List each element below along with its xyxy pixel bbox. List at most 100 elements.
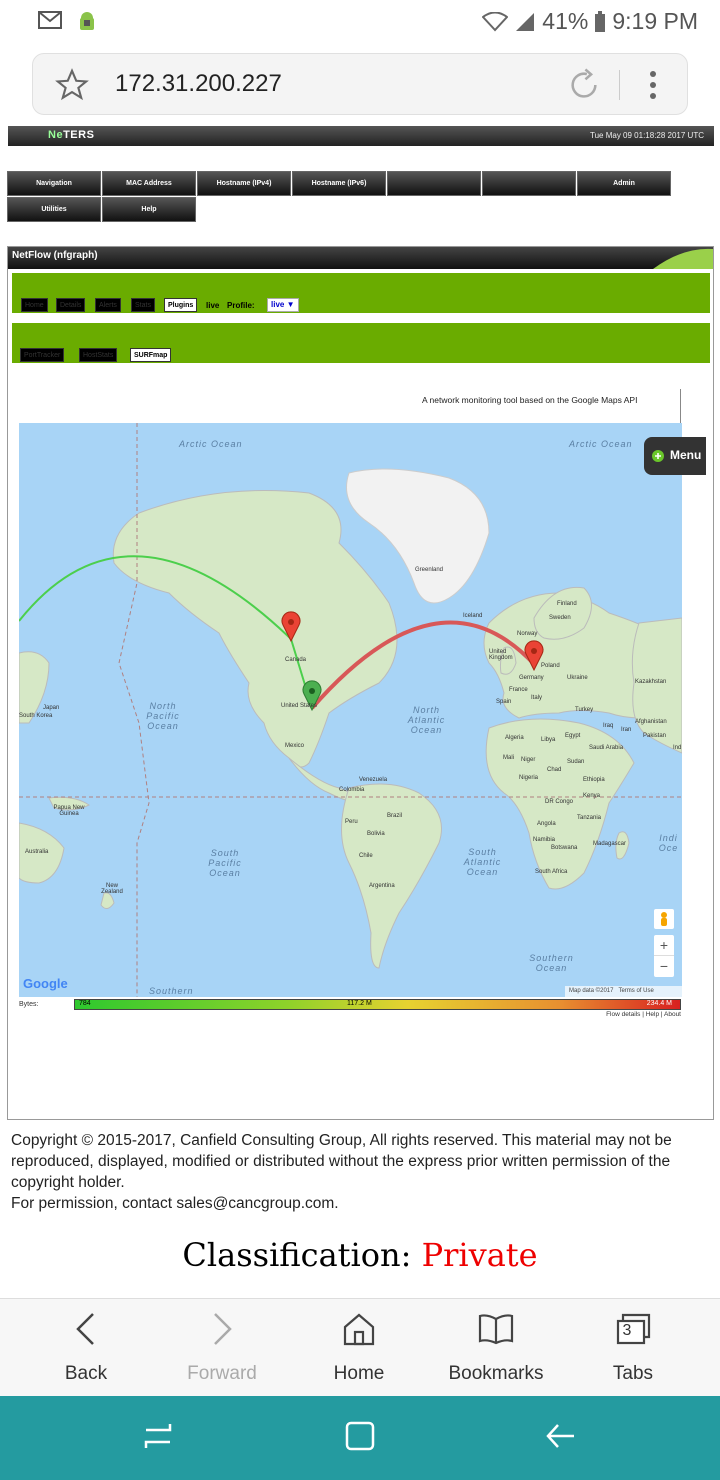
nav-mac-address[interactable]: MAC Address (102, 171, 196, 196)
label-germany: Germany (519, 675, 544, 681)
nav-hostname-ipv6[interactable]: Hostname (IPv6) (292, 171, 386, 196)
label-kenya: Kenya (583, 793, 601, 799)
tab-surfmap[interactable]: SURFmap (130, 348, 172, 362)
bookmarks-icon (478, 1314, 514, 1345)
ocean-north-pacific: North Pacific Ocean (146, 701, 180, 731)
zoom-controls: + − (654, 935, 674, 977)
label-colombia: Colombia (339, 787, 365, 793)
label-spain: Spain (496, 699, 512, 705)
label-india: Ind (673, 745, 682, 751)
tab-plugins[interactable]: Plugins (164, 298, 198, 312)
label-iraq: Iraq (603, 723, 614, 729)
back-button[interactable]: Back (14, 1299, 158, 1397)
label-niger: Niger (521, 757, 536, 763)
plus-circle-icon (652, 450, 664, 462)
nav-help[interactable]: Help (102, 197, 196, 222)
legend-mid: 117.2 M (347, 1000, 372, 1007)
label-libya: Libya (541, 737, 556, 743)
zoom-in-button[interactable]: + (654, 935, 674, 955)
bookmarks-button[interactable]: Bookmarks (424, 1299, 568, 1397)
battery-icon (595, 10, 606, 32)
zoom-out-button[interactable]: − (654, 955, 674, 976)
terms-link[interactable]: Terms of Use (618, 988, 653, 994)
tab-stats[interactable]: Stats (131, 298, 155, 312)
google-logo[interactable]: Google (23, 976, 68, 991)
label-canada: Canada (285, 657, 307, 663)
tab-alerts[interactable]: Alerts (95, 298, 121, 312)
nav-navigation[interactable]: Navigation (7, 171, 101, 196)
live-label: live (206, 301, 220, 310)
label-saudi-arabia: Saudi Arabia (589, 745, 624, 751)
legend-max: 234.4 M (646, 1000, 672, 1007)
label-brazil: Brazil (387, 813, 403, 819)
label-tanzania: Tanzania (577, 815, 602, 821)
label-peru: Peru (345, 819, 358, 825)
ocean-southern-2: Southern (149, 986, 194, 996)
url-text[interactable]: 172.31.200.227 (115, 70, 282, 98)
star-icon[interactable] (55, 68, 89, 102)
label-mexico: Mexico (285, 743, 305, 749)
nav-blank-2[interactable] (482, 171, 576, 196)
label-south-korea: South Korea (19, 713, 53, 719)
home-icon (343, 1313, 375, 1346)
brand-logo[interactable]: NeTERS (48, 129, 94, 141)
home-label: Home (333, 1363, 385, 1384)
tagline: A network monitoring tool based on the G… (422, 395, 638, 405)
nav-blank-1[interactable] (387, 171, 481, 196)
nav-hostname-ipv4[interactable]: Hostname (IPv4) (197, 171, 291, 196)
bytes-color-scale: 784 117.2 M 234.4 M (74, 999, 681, 1010)
label-iran: Iran (621, 727, 632, 733)
legend-links[interactable]: Flow details | Help | About (606, 1011, 681, 1018)
classification-banner: Classification: Private (0, 1236, 720, 1274)
android-back-icon[interactable] (544, 1420, 578, 1452)
recent-apps-icon[interactable] (142, 1420, 174, 1452)
label-sweden: Sweden (549, 615, 571, 621)
server-datetime: Tue May 09 01:18:28 2017 UTC (590, 131, 704, 140)
classification-value: Private (421, 1236, 538, 1274)
ocean-southern: Southern Ocean (529, 953, 574, 973)
forward-button[interactable]: Forward (150, 1299, 294, 1397)
label-dr-congo: DR Congo (545, 799, 574, 805)
tab-details[interactable]: Details (56, 298, 86, 312)
tabs-button[interactable]: 3 Tabs (561, 1299, 705, 1397)
world-map[interactable]: Arctic Ocean Arctic Ocean North Pacific … (19, 423, 682, 997)
url-bar[interactable]: 172.31.200.227 (32, 53, 688, 115)
status-bar: 41% 9:19 PM (0, 0, 720, 44)
map-attribution: Map data ©2017 Terms of Use (565, 986, 682, 997)
menu-label: Menu (670, 448, 702, 462)
label-madagascar: Madagascar (593, 841, 627, 847)
reload-icon[interactable] (567, 68, 601, 102)
overflow-menu-icon[interactable] (641, 68, 665, 102)
label-italy: Italy (531, 695, 543, 701)
brand-bar: NeTERS Tue May 09 01:18:28 2017 UTC (8, 126, 714, 146)
label-japan: Japan (43, 705, 60, 711)
url-divider (619, 70, 620, 100)
permission-text: For permission, contact sales@cancgroup.… (11, 1195, 339, 1212)
label-sudan: Sudan (567, 759, 585, 765)
label-australia: Australia (25, 849, 49, 855)
clock: 9:19 PM (612, 8, 698, 34)
primary-tab-bar: Home Details Alerts Stats Plugins live P… (12, 273, 710, 313)
android-home-icon[interactable] (344, 1420, 376, 1452)
label-afghanistan: Afghanistan (635, 719, 667, 725)
tab-porttracker[interactable]: PortTracker (20, 348, 65, 362)
nav-utilities[interactable]: Utilities (7, 197, 101, 222)
label-new-zealand: New Zealand (101, 883, 123, 895)
pegman-button[interactable] (654, 909, 674, 929)
tab-home[interactable]: Home (21, 298, 48, 312)
pegman-icon (661, 912, 667, 926)
classification-label: Classification: (182, 1236, 412, 1274)
nav-admin[interactable]: Admin (577, 171, 671, 196)
browser-bottom-bar: Back Forward Home Bookmarks 3 Tabs (0, 1298, 720, 1396)
label-kazakhstan: Kazakhstan (635, 679, 667, 685)
panel-header-swoosh (653, 248, 713, 269)
profile-label: Profile: (227, 301, 255, 310)
tab-hoststats[interactable]: HostStats (79, 348, 118, 362)
label-algeria: Algeria (505, 735, 524, 741)
label-botswana: Botswana (551, 845, 578, 851)
label-argentina: Argentina (369, 883, 395, 889)
profile-select[interactable]: live ▼ (267, 298, 299, 312)
map-menu-button[interactable]: Menu (644, 437, 706, 475)
home-button[interactable]: Home (287, 1299, 431, 1397)
gmail-icon (38, 11, 62, 29)
